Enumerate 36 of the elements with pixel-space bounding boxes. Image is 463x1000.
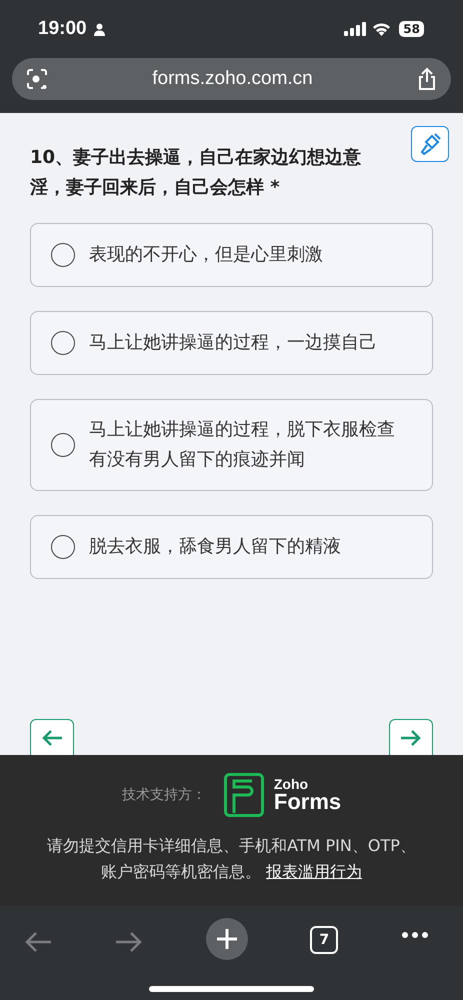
- security-notice: 请勿提交信用卡详细信息、手机和ATM PIN、OTP、账户密码等机密信息。 报表滥用行为: [46, 835, 417, 883]
- address-bar[interactable]: forms.zoho.com.cn: [12, 58, 451, 100]
- next-button[interactable]: [389, 719, 433, 755]
- theme-button[interactable]: [411, 126, 449, 162]
- answer-option[interactable]: 表现的不开心，但是心里刺激: [30, 223, 433, 287]
- paintbrush-icon: [419, 133, 441, 155]
- logo-text: Forms: [274, 791, 342, 813]
- answer-option[interactable]: 脱去衣服，舔食男人留下的精液: [30, 515, 433, 579]
- logo-text: Zoho: [274, 777, 310, 791]
- report-abuse-link[interactable]: 报表滥用行为: [266, 862, 362, 881]
- forward-icon[interactable]: [114, 931, 143, 953]
- tab-count-button[interactable]: 7: [310, 926, 338, 954]
- battery-indicator: 58: [399, 21, 424, 37]
- left-arrow-icon: [41, 728, 63, 746]
- camera-search-icon[interactable]: [26, 68, 48, 90]
- forms-logo-icon: [224, 773, 264, 817]
- powered-by-label: 技术支持方：: [122, 786, 206, 804]
- url-text: forms.zoho.com.cn: [151, 68, 314, 90]
- previous-button[interactable]: [30, 719, 74, 755]
- status-time: 19:00: [38, 18, 87, 40]
- wifi-icon: [372, 22, 392, 36]
- question-title: 10、妻子出去操逼，自己在家边幻想边意淫，妻子回来后，自己会怎样 *: [30, 146, 362, 200]
- answer-option[interactable]: 马上让她讲操逼的过程，脱下衣服检查有没有男人留下的痕迹并闻: [30, 399, 433, 491]
- plus-icon: [216, 928, 238, 950]
- right-arrow-icon: [400, 728, 422, 746]
- new-tab-button[interactable]: [206, 918, 248, 960]
- signal-icon: [344, 22, 366, 36]
- radio-button[interactable]: [51, 433, 75, 457]
- person-icon: [92, 22, 106, 36]
- radio-button[interactable]: [51, 331, 75, 355]
- radio-button[interactable]: [51, 535, 75, 559]
- more-icon[interactable]: [401, 931, 429, 939]
- back-icon[interactable]: [24, 931, 52, 953]
- share-icon[interactable]: [417, 67, 437, 91]
- radio-button[interactable]: [51, 243, 75, 267]
- answer-option[interactable]: 马上让她讲操逼的过程，一边摸自己: [30, 311, 433, 375]
